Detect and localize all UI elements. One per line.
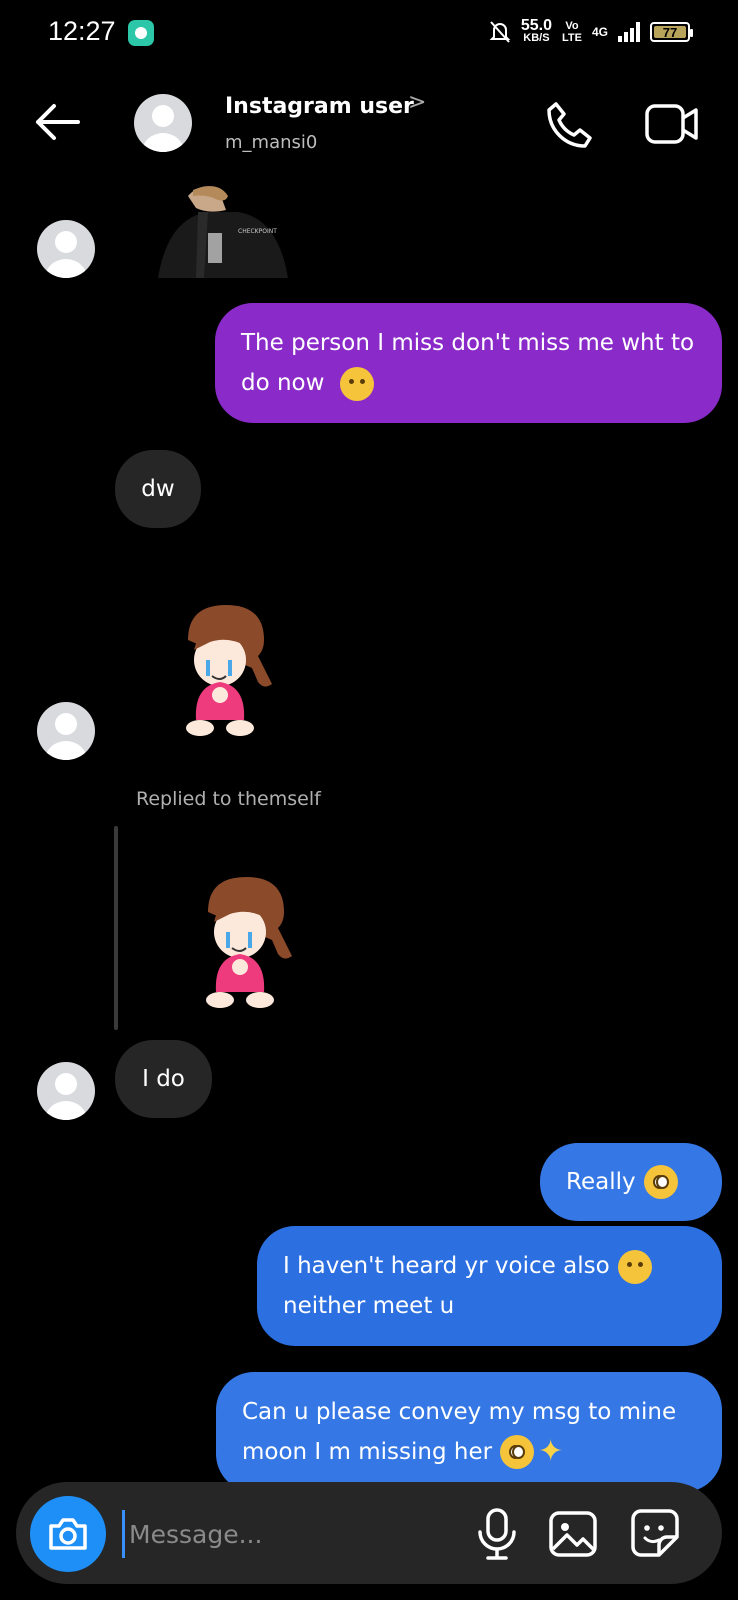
sender-avatar[interactable] <box>37 1062 95 1120</box>
disappointed-face-icon <box>339 366 374 401</box>
message-outgoing[interactable]: Can u please convey my msg to mine moon … <box>216 1372 722 1492</box>
battery-icon: 77 <box>650 22 693 42</box>
network-type: 4G <box>591 25 608 39</box>
crying-girl-sticker[interactable] <box>170 600 280 750</box>
video-camera-icon[interactable] <box>644 98 700 150</box>
chat-header: Instagram user > m_mansi0 <box>0 80 738 168</box>
back-arrow-icon[interactable] <box>32 100 82 144</box>
volte-indicator: Vo LTE <box>562 20 582 44</box>
notification-icon <box>128 20 154 46</box>
network-speed: 55.0 KB/S <box>520 17 553 45</box>
contact-name[interactable]: Instagram user <box>225 94 414 119</box>
status-indicators: 55.0 KB/S Vo LTE 4G 77 <box>489 14 693 50</box>
message-incoming[interactable]: dw <box>115 450 201 528</box>
message-input[interactable] <box>122 1510 452 1558</box>
sender-avatar[interactable] <box>37 702 95 760</box>
message-text-line2: moon I m missing her <box>242 1438 493 1465</box>
message-outgoing[interactable]: The person I miss don't miss me wht to d… <box>215 303 722 423</box>
pensive-face-icon <box>617 1249 652 1284</box>
sticker-icon[interactable] <box>628 1506 682 1562</box>
shared-photo[interactable]: CHECKPOINT <box>138 178 321 278</box>
message-incoming[interactable]: I do <box>115 1040 212 1118</box>
camera-button[interactable] <box>30 1496 106 1572</box>
message-text-line1: Can u please convey my msg to mine <box>242 1398 677 1425</box>
message-text: dw <box>141 476 175 502</box>
sender-avatar[interactable] <box>37 220 95 278</box>
signal-icon <box>618 22 640 42</box>
pleading-face-icon <box>500 1435 535 1470</box>
volte-top: Vo <box>565 20 579 32</box>
battery-level: 77 <box>662 24 678 40</box>
speed-unit: KB/S <box>523 32 550 44</box>
contact-avatar[interactable] <box>134 94 192 152</box>
message-outgoing[interactable]: Really <box>540 1143 722 1221</box>
sparkles-icon: ✦ <box>538 1434 564 1470</box>
reply-divider <box>114 826 118 1030</box>
message-text-line2: neither meet u <box>283 1293 455 1319</box>
mute-bell-icon <box>489 21 511 43</box>
message-text: The person I miss don't miss me wht to d… <box>241 330 695 396</box>
volte-bottom: LTE <box>562 32 582 44</box>
reply-label: Replied to themself <box>136 788 321 810</box>
message-text-line1: I haven't heard yr voice also <box>283 1253 610 1279</box>
contact-username[interactable]: m_mansi0 <box>225 132 317 153</box>
message-text: I do <box>142 1066 185 1092</box>
status-bar: 12:27 55.0 KB/S Vo LTE 4G 77 <box>0 0 738 66</box>
status-time: 12:27 <box>48 16 116 46</box>
pleading-face-icon <box>643 1165 678 1199</box>
camera-icon <box>49 1518 87 1550</box>
microphone-icon[interactable] <box>472 1506 522 1562</box>
message-outgoing[interactable]: I haven't heard yr voice also neither me… <box>257 1226 722 1346</box>
phone-icon[interactable] <box>542 98 594 150</box>
gallery-icon[interactable] <box>546 1506 600 1562</box>
replied-sticker[interactable] <box>190 872 300 1022</box>
message-text: Really <box>566 1169 636 1195</box>
speed-value: 55.0 <box>520 17 553 34</box>
message-composer <box>16 1482 722 1584</box>
chevron-right-icon[interactable]: > <box>408 90 426 115</box>
svg-text:CHECKPOINT: CHECKPOINT <box>238 228 277 235</box>
